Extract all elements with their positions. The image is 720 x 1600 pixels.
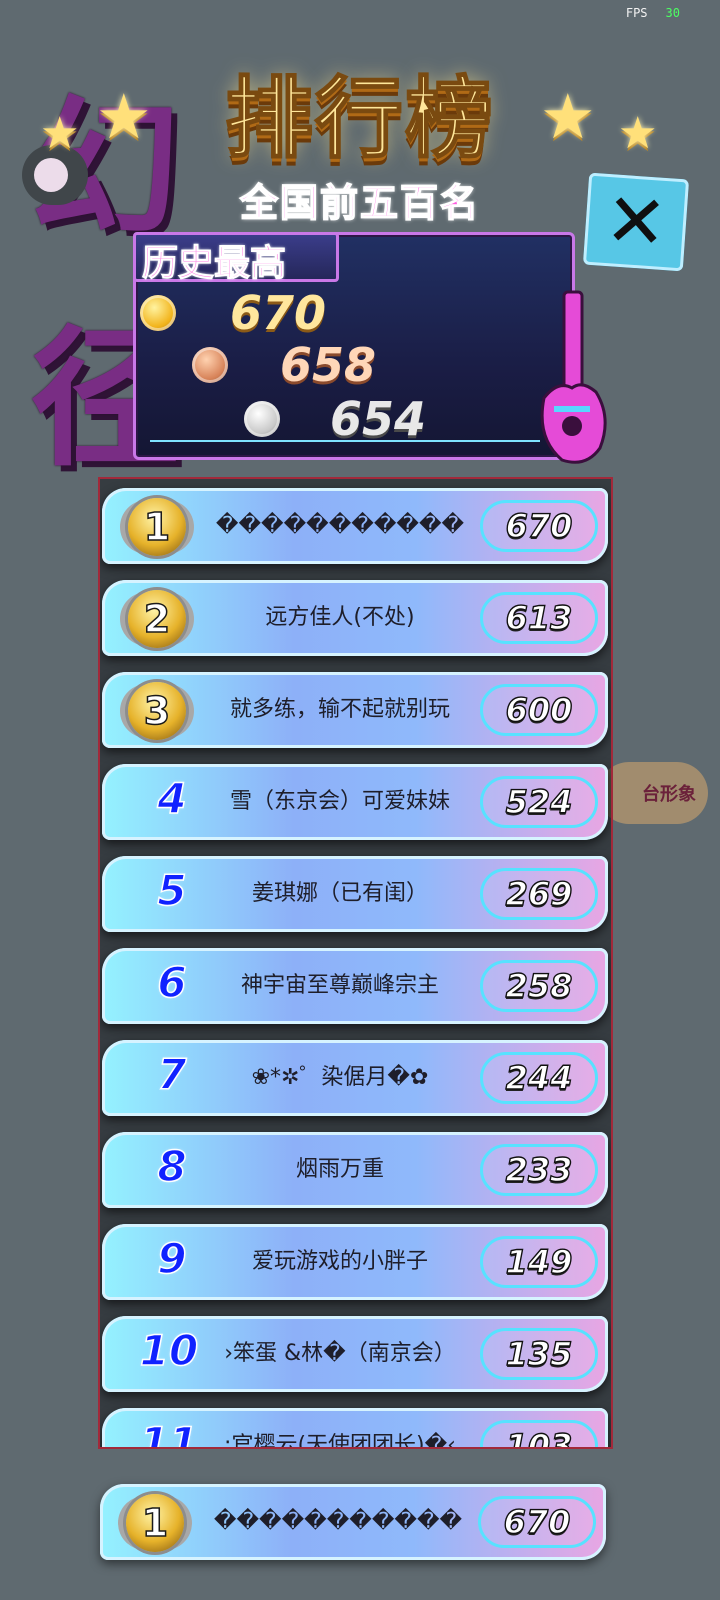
player-score: 103 (505, 1426, 573, 1449)
player-name: ����������� (215, 513, 465, 538)
player-name: 雪（东京会）可爱妹妹 (229, 789, 450, 814)
rank-number: 6 (157, 957, 188, 1008)
leaderboard-row-2[interactable]: 2 远方佳人(不处) 613 (102, 580, 608, 656)
rank-number: 5 (157, 865, 188, 916)
player-score: 269 (505, 874, 573, 913)
history-row-bronze: 658 (192, 338, 376, 392)
rank-number: 7 (157, 1049, 188, 1100)
player-name: ›笨蛋 &林�（南京会） (224, 1341, 456, 1366)
player-score: 233 (505, 1150, 573, 1189)
page-title: 排行榜 (224, 66, 495, 171)
fps-label: FPS (625, 6, 648, 20)
leaderboard-row-3[interactable]: 3 就多练，输不起就别玩 600 (102, 672, 608, 748)
player-score: 600 (505, 690, 573, 729)
trophy-badge-icon: 3 (128, 682, 186, 740)
bronze-medal-icon (192, 347, 228, 383)
player-score: 244 (505, 1058, 573, 1097)
player-name: 就多练，输不起就别玩 (229, 697, 450, 722)
history-label: 历史最高 (141, 243, 287, 285)
player-name: :官樱云(天使团团长)�‹ (224, 1433, 456, 1449)
player-name: ����������� (213, 1509, 463, 1534)
leaderboard-row-8[interactable]: 8 烟雨万重 233 (102, 1132, 608, 1208)
player-score: 258 (505, 966, 573, 1005)
rank-number: 10 (139, 1325, 199, 1376)
leaderboard-row-1[interactable]: 1 ����������� 670 (102, 488, 608, 564)
leaderboard-row-5[interactable]: 5 姜琪娜（已有闺） 269 (102, 856, 608, 932)
leaderboard-row-6[interactable]: 6 神宇宙至尊巅峰宗主 258 (102, 948, 608, 1024)
close-button[interactable]: ✕ (582, 172, 690, 272)
rank-number: 4 (157, 773, 188, 824)
history-divider (150, 440, 540, 442)
rank-number: 1 (141, 1500, 169, 1546)
leaderboard-row-7[interactable]: 7 ❀*✲゜染倨月�✿ 244 (102, 1040, 608, 1116)
history-score: 670 (230, 286, 327, 340)
trophy-badge-icon: 1 (126, 1494, 184, 1552)
history-row-silver: 654 (244, 392, 426, 446)
history-score: 658 (280, 338, 377, 392)
player-name: ❀*✲゜染倨月�✿ (251, 1065, 429, 1090)
leaderboard-row-10[interactable]: 10 ›笨蛋 &林�（南京会） 135 (102, 1316, 608, 1392)
history-row-gold: 670 (140, 286, 326, 340)
gold-medal-icon (140, 295, 176, 331)
leaderboard-row-4[interactable]: 4 雪（东京会）可爱妹妹 524 (102, 764, 608, 840)
player-score: 613 (505, 598, 573, 637)
leaderboard-row-11[interactable]: 11 :官樱云(天使团团长)�‹ 103 (102, 1408, 608, 1449)
rank-number: 2 (143, 596, 171, 642)
player-score: 149 (505, 1242, 573, 1281)
rank-number: 3 (143, 688, 171, 734)
player-name: 神宇宙至尊巅峰宗主 (240, 973, 439, 998)
player-name: 烟雨万重 (295, 1157, 384, 1182)
guitar-icon (540, 290, 607, 464)
player-score: 670 (503, 1502, 571, 1541)
rank-number: 9 (157, 1233, 188, 1284)
player-name: 爱玩游戏的小胖子 (251, 1249, 428, 1274)
fps-value: 30 (665, 6, 680, 20)
leaderboard-row-9[interactable]: 9 爱玩游戏的小胖子 149 (102, 1224, 608, 1300)
history-score: 654 (330, 392, 427, 446)
my-rank-row[interactable]: 1 ����������� 670 (100, 1484, 606, 1560)
close-icon: ✕ (602, 176, 670, 268)
player-name: 姜琪娜（已有闺） (251, 881, 428, 906)
silver-medal-icon (244, 401, 280, 437)
player-score: 670 (505, 506, 573, 545)
player-name: 远方佳人(不处) (265, 605, 415, 630)
side-button[interactable]: 台形象 (598, 762, 708, 824)
player-score: 524 (505, 782, 573, 821)
player-score: 135 (505, 1334, 573, 1373)
trophy-badge-icon: 2 (128, 590, 186, 648)
fps-counter: FPS 30 (626, 6, 680, 20)
rank-number: 8 (157, 1141, 188, 1192)
rank-number: 1 (143, 504, 171, 550)
leaderboard-list[interactable]: 1 ����������� 670 2 远方佳人(不处) 613 3 就多练，输… (98, 477, 613, 1449)
rank-number: 11 (139, 1417, 199, 1449)
trophy-badge-icon: 1 (128, 498, 186, 556)
